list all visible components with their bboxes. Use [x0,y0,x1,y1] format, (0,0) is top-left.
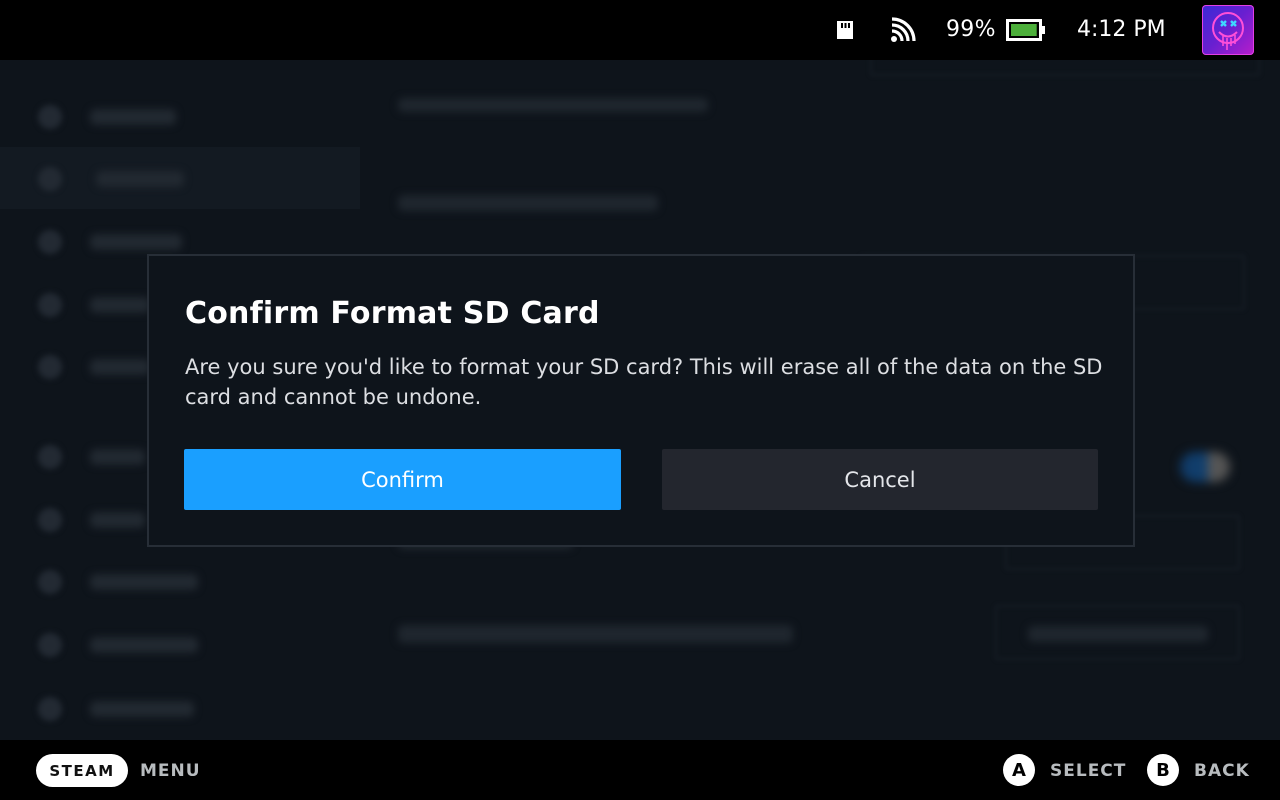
sidebar-item-label [90,701,194,717]
sidebar-item-label [90,574,198,590]
bluetooth-icon [38,570,62,594]
sidebar-item-label [90,109,176,125]
neon-smiley-icon [1212,12,1244,50]
sidebar-item-label [90,449,145,465]
a-button-icon[interactable]: A [1003,754,1035,786]
confirm-button[interactable]: Confirm [184,449,621,510]
avatar[interactable] [1202,5,1254,55]
confirm-format-dialog: Confirm Format SD Card Are you sure you'… [147,254,1135,547]
background-dropdown [870,60,1260,76]
background-button-label [1028,626,1208,642]
speaker-icon [38,508,62,532]
cancel-button[interactable]: Cancel [662,449,1098,510]
wifi-icon [38,293,62,317]
battery-percentage: 99% [946,17,996,42]
menu-hint-label: MENU [140,761,201,781]
sidebar-item-system [0,147,360,209]
sidebar-item-bluetooth [0,550,360,612]
gear-icon [38,105,62,129]
dialog-message: Are you sure you'd like to format your S… [185,355,1103,409]
background-text [398,98,708,112]
battery-level-fill [1011,24,1037,36]
b-button-icon[interactable]: B [1147,754,1179,786]
keyboard-icon [38,697,62,721]
sidebar-item-label [90,637,198,653]
background-text [398,625,793,643]
back-hint-label: BACK [1194,761,1250,781]
sidebar-item-keyboard [0,677,360,739]
sidebar-item-label [90,234,182,250]
display-icon [38,445,62,469]
controller-icon [38,633,62,657]
lock-icon [38,230,62,254]
select-hint-label: SELECT [1050,761,1127,781]
background-toggle [1180,452,1230,482]
background-section-header [398,195,658,211]
sidebar-item-label [90,359,150,375]
status-bar: 99% 4:12 PM [0,0,1280,60]
sidebar-item-controller [0,613,360,675]
bell-icon [38,355,62,379]
controller-hint-bar: STEAM MENU A SELECT B BACK [0,740,1280,800]
wifi-icon [891,17,916,42]
system-icon [38,167,62,191]
sidebar-item-general [0,85,360,147]
steam-button[interactable]: STEAM [36,754,128,787]
sidebar-item-label [96,171,184,187]
clock: 4:12 PM [1077,17,1166,42]
sidebar-item-label [90,297,150,313]
sidebar-item-label [90,512,145,528]
battery-icon [1006,19,1045,41]
dialog-title: Confirm Format SD Card [185,296,600,331]
sd-card-icon [837,21,853,39]
